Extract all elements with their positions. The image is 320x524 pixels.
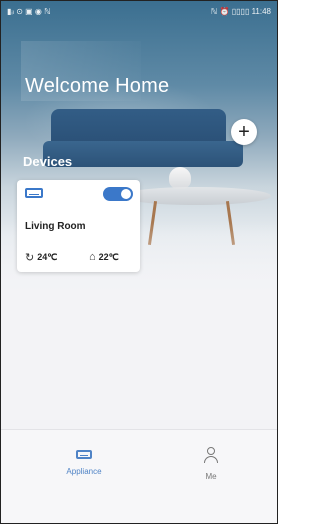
page-title: Welcome Home bbox=[25, 75, 170, 97]
device-name: Living Room bbox=[25, 221, 86, 232]
room-temperature: ⌂ 22℃ bbox=[89, 251, 119, 263]
cooling-mode-icon: ↻ bbox=[25, 252, 35, 264]
nav-me[interactable]: Me bbox=[171, 444, 251, 481]
device-card-living-room[interactable]: Living Room ↻ 24℃ ⌂ 22℃ bbox=[17, 180, 140, 272]
plus-icon: + bbox=[238, 121, 250, 143]
toggle-knob bbox=[121, 189, 131, 199]
bottom-navigation: Appliance Me bbox=[1, 429, 277, 523]
user-icon bbox=[202, 446, 220, 464]
power-toggle[interactable] bbox=[103, 187, 133, 201]
nav-appliance-label: Appliance bbox=[66, 467, 102, 476]
coffee-table-image bbox=[121, 187, 271, 205]
room-temperature-value: 22℃ bbox=[98, 251, 119, 262]
appliance-icon bbox=[76, 450, 92, 459]
nav-appliance[interactable]: Appliance bbox=[44, 444, 124, 476]
status-left-icons: ▮ᵢₗ ⊙ ▣ ◉ ℕ bbox=[7, 6, 51, 16]
add-device-button[interactable]: + bbox=[231, 119, 257, 145]
air-conditioner-icon bbox=[25, 188, 43, 198]
status-right-icons: ℕ ⏰ ▯▯▯▯ 11:48 bbox=[210, 6, 271, 16]
devices-section-label: Devices bbox=[23, 154, 73, 169]
app-screen: ▮ᵢₗ ⊙ ▣ ◉ ℕ ℕ ⏰ ▯▯▯▯ 11:48 Welcome Home … bbox=[0, 0, 278, 524]
nav-me-label: Me bbox=[205, 472, 217, 481]
home-temperature-icon: ⌂ bbox=[89, 251, 96, 263]
sofa-seat-image bbox=[43, 141, 243, 167]
set-temperature-value: 24℃ bbox=[37, 252, 58, 262]
vase-image bbox=[169, 167, 191, 189]
set-temperature: ↻ 24℃ bbox=[25, 251, 57, 264]
status-bar: ▮ᵢₗ ⊙ ▣ ◉ ℕ ℕ ⏰ ▯▯▯▯ 11:48 bbox=[1, 1, 277, 21]
